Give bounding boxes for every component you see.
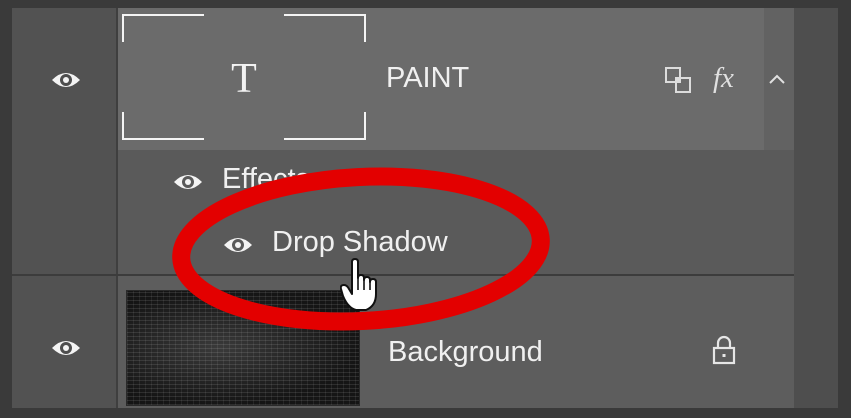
fx-badge[interactable]: fx	[713, 62, 734, 95]
eye-icon[interactable]	[50, 68, 82, 92]
panel-frame-bottom	[0, 408, 851, 418]
eye-icon[interactable]	[50, 336, 82, 360]
eye-icon[interactable]	[222, 233, 254, 257]
linked-layers-icon	[664, 66, 694, 101]
layer-name-paint[interactable]: PAINT	[386, 62, 469, 95]
background-layer-thumbnail[interactable]	[126, 290, 360, 406]
panel-frame-right	[838, 0, 851, 418]
hand-pointer-cursor	[339, 258, 380, 317]
drop-shadow-effect[interactable]: Drop Shadow	[272, 226, 448, 259]
lock-icon[interactable]	[711, 335, 737, 370]
panel-scrollbar[interactable]	[794, 8, 838, 408]
panel-frame-top	[0, 0, 851, 8]
eye-icon[interactable]	[172, 170, 204, 194]
text-layer-thumbnail[interactable]: T	[122, 14, 366, 140]
effects-group[interactable]	[118, 150, 794, 274]
panel-frame-left	[0, 0, 12, 418]
effects-label[interactable]: Effects	[222, 163, 310, 196]
text-type-glyph: T	[231, 56, 257, 102]
chevron-up-icon[interactable]	[768, 72, 786, 90]
layer-name-background[interactable]: Background	[388, 336, 543, 369]
